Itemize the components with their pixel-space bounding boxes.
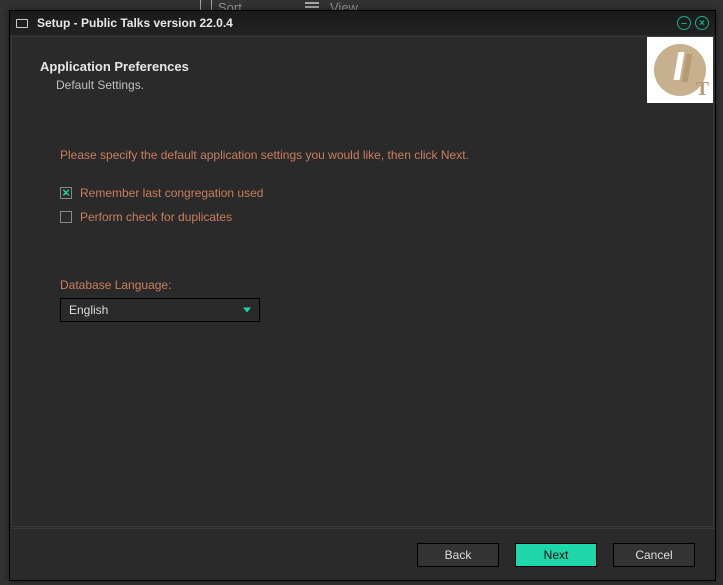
dropdown-value: English bbox=[69, 303, 108, 317]
instruction-text: Please specify the default application s… bbox=[60, 148, 665, 162]
close-icon[interactable]: × bbox=[695, 16, 709, 30]
setup-window: Setup - Public Talks version 22.0.4 – × … bbox=[9, 10, 716, 581]
checkbox-remember-congregation[interactable]: Remember last congregation used bbox=[60, 186, 665, 200]
bg-lines-icon bbox=[305, 2, 319, 4]
body-region: Please specify the default application s… bbox=[40, 148, 685, 322]
window-title: Setup - Public Talks version 22.0.4 bbox=[37, 16, 233, 30]
checkbox-label: Perform check for duplicates bbox=[80, 210, 232, 224]
page-subtitle: Default Settings. bbox=[56, 78, 685, 92]
minimize-icon[interactable]: – bbox=[677, 16, 691, 30]
content-area: Application Preferences Default Settings… bbox=[11, 36, 714, 527]
checkbox-icon[interactable] bbox=[60, 211, 72, 223]
checkbox-perform-duplicates[interactable]: Perform check for duplicates bbox=[60, 210, 665, 224]
logo-letter: T bbox=[696, 78, 709, 101]
titlebar[interactable]: Setup - Public Talks version 22.0.4 – × bbox=[10, 11, 715, 35]
page-title: Application Preferences bbox=[40, 59, 685, 74]
database-language-dropdown[interactable]: English bbox=[60, 298, 260, 322]
checkbox-icon[interactable] bbox=[60, 187, 72, 199]
checkbox-label: Remember last congregation used bbox=[80, 186, 263, 200]
footer: Back Next Cancel bbox=[10, 528, 715, 580]
next-button[interactable]: Next bbox=[515, 543, 597, 567]
cancel-button[interactable]: Cancel bbox=[613, 543, 695, 567]
database-language-label: Database Language: bbox=[60, 278, 665, 292]
back-button[interactable]: Back bbox=[417, 543, 499, 567]
app-icon bbox=[16, 16, 32, 30]
app-logo: T bbox=[647, 37, 713, 103]
chevron-down-icon bbox=[243, 308, 251, 313]
